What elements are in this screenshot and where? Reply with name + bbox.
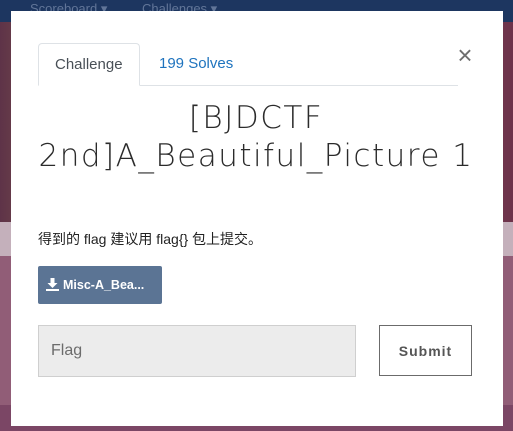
challenge-modal: × Challenge 199 Solves [BJDCTF 2nd]A_Bea… [11,11,503,426]
download-icon [46,278,59,291]
challenge-title: [BJDCTF 2nd]A_Beautiful_Picture 1 [38,100,474,174]
flag-input[interactable] [38,325,356,377]
modal-tabs: Challenge 199 Solves [38,43,458,86]
close-button[interactable]: × [455,42,475,68]
submit-button[interactable]: Submit [379,325,472,376]
tab-challenge[interactable]: Challenge [38,43,140,86]
download-file-label: Misc-A_Bea... [63,278,145,292]
challenge-description: 得到的 flag 建议用 flag{} 包上提交。 [38,231,263,247]
download-file-button[interactable]: Misc-A_Bea... [38,266,162,304]
tab-solves[interactable]: 199 Solves [143,43,249,85]
